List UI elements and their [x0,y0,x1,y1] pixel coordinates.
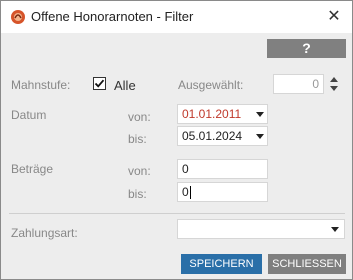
datum-von-value: 01.01.2011 [182,107,242,121]
close-icon[interactable]: ✕ [323,7,345,27]
filter-dialog: Offene Honorarnoten - Filter ✕ ? Mahnstu… [0,0,353,280]
mahnstufe-label: Mahnstufe: [11,78,71,92]
app-logo-icon [10,9,26,25]
help-button[interactable]: ? [267,39,346,58]
datum-bis-value: 05.01.2024 [182,129,243,143]
datum-bis-dropdown-icon[interactable] [256,134,264,139]
datum-label: Datum [11,108,47,122]
betraege-von-label: von: [128,164,151,178]
save-button[interactable]: SPEICHERN [181,254,262,274]
betraege-bis-label: bis: [128,187,147,201]
alle-label: Alle [114,78,136,93]
datum-bis-label: bis: [128,132,147,146]
datum-bis-field[interactable]: 05.01.2024 [177,126,268,146]
text-cursor [189,186,191,200]
spinner-arrows-icon[interactable] [329,75,339,93]
betraege-von-field[interactable]: 0 [177,159,268,179]
close-button[interactable]: SCHLIESSEN [268,254,346,274]
datum-von-field[interactable]: 01.01.2011 [177,104,268,124]
zahlungsart-dropdown-icon[interactable] [331,227,339,232]
betraege-label: Beträge [11,162,54,176]
ausgewaehlt-spinner[interactable]: 0 [273,74,324,94]
ausgewaehlt-label: Ausgewählt: [178,78,244,92]
zahlungsart-label: Zahlungsart: [11,226,78,240]
betraege-von-value: 0 [182,162,189,176]
separator [9,213,345,214]
window-title: Offene Honorarnoten - Filter [31,9,194,24]
zahlungsart-select[interactable] [177,219,345,239]
datum-von-label: von: [128,110,151,124]
datum-von-dropdown-icon[interactable] [256,112,264,117]
betraege-bis-value: 0 [182,185,189,199]
betraege-bis-field[interactable]: 0 [177,182,268,202]
alle-checkbox[interactable] [93,77,106,90]
title-bar: Offene Honorarnoten - Filter ✕ [1,1,352,33]
